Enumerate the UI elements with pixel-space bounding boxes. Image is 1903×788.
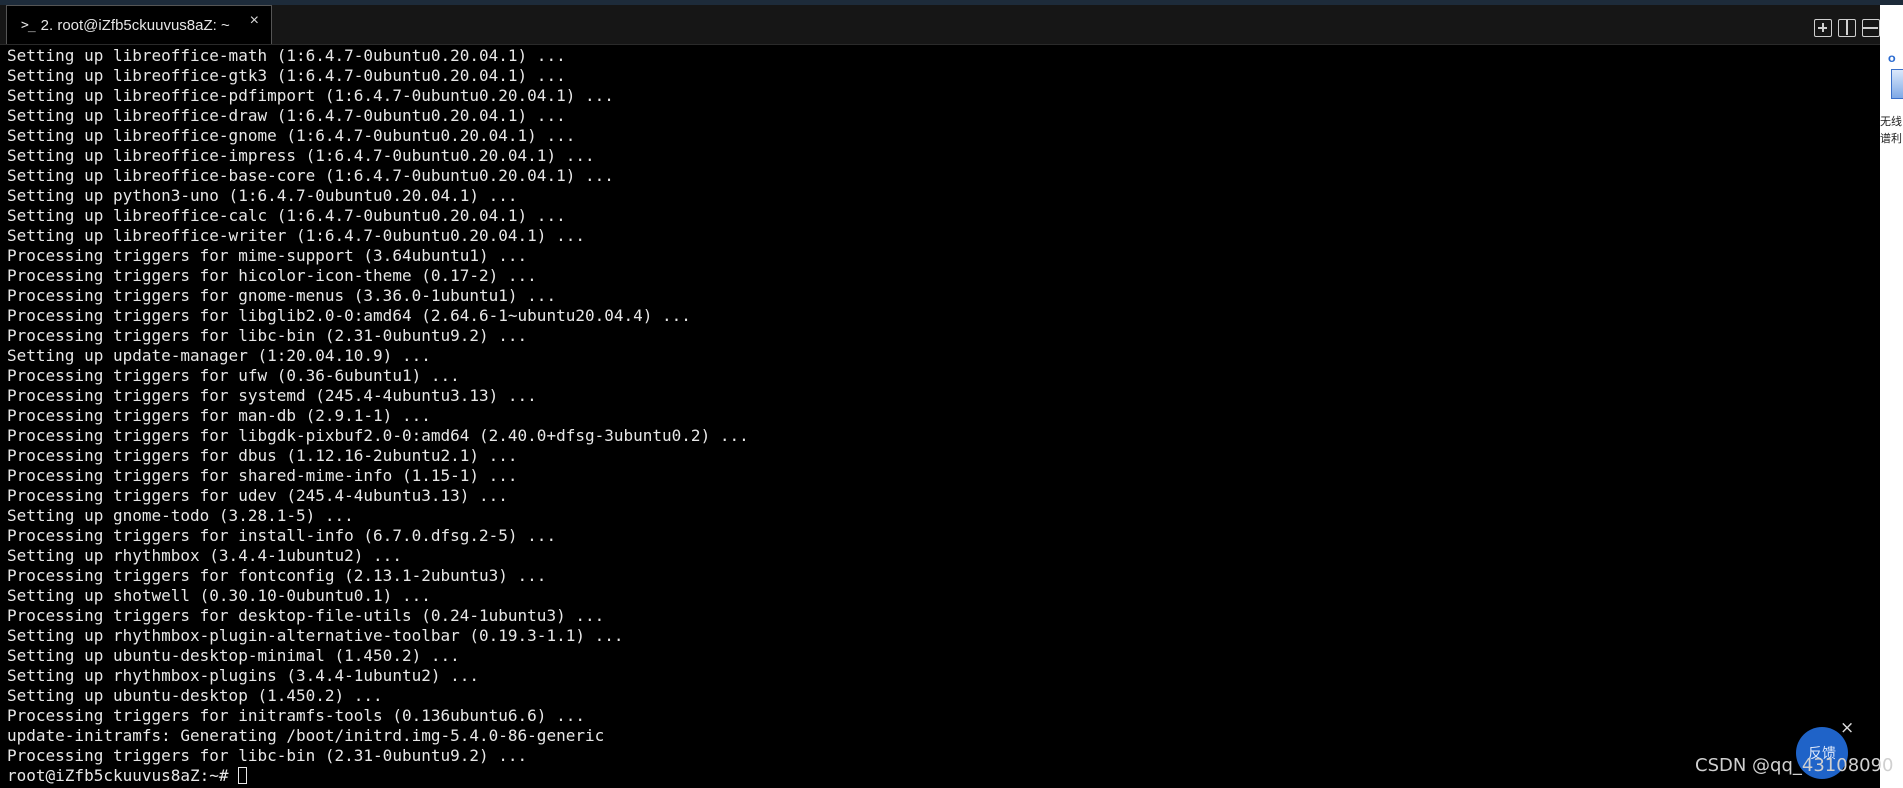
terminal-line: Processing triggers for libc-bin (2.31-0… (7, 326, 528, 345)
terminal-line: Processing triggers for install-info (6.… (7, 526, 557, 545)
terminal-line: Setting up python3-uno (1:6.4.7-0ubuntu0… (7, 186, 518, 205)
document-icon[interactable]: O (1888, 55, 1903, 105)
split-horizontal-icon[interactable] (1862, 19, 1880, 37)
terminal-app: >_ 2. root@iZfb5ckuuvus8aZ: ~ × Setting … (0, 0, 1903, 788)
desktop-icon-label: 无线 谱利 (1880, 113, 1903, 147)
terminal-line: Processing triggers for systemd (245.4-4… (7, 386, 537, 405)
terminal-line: Setting up libreoffice-pdfimport (1:6.4.… (7, 86, 614, 105)
text-cursor (238, 767, 248, 784)
terminal-line: Processing triggers for initramfs-tools … (7, 706, 585, 725)
terminal-prompt-icon: >_ (21, 17, 36, 33)
desktop-icon-label-line-1: 无线 (1880, 115, 1902, 128)
terminal-line: Processing triggers for libglib2.0-0:amd… (7, 306, 691, 325)
terminal-line: Setting up libreoffice-draw (1:6.4.7-0ub… (7, 106, 566, 125)
terminal-line: Setting up libreoffice-impress (1:6.4.7-… (7, 146, 595, 165)
watermark: CSDN @qq_43108090 (1695, 755, 1894, 776)
terminal-line: Processing triggers for fontconfig (2.13… (7, 566, 547, 585)
terminal-line: Setting up gnome-todo (3.28.1-5) ... (7, 506, 354, 525)
terminal-line: Processing triggers for man-db (2.9.1-1)… (7, 406, 431, 425)
terminal-line: Processing triggers for udev (245.4-4ubu… (7, 486, 508, 505)
terminal-line: Processing triggers for ufw (0.36-6ubunt… (7, 366, 460, 385)
terminal-line: Setting up libreoffice-gnome (1:6.4.7-0u… (7, 126, 576, 145)
terminal-line: Processing triggers for gnome-menus (3.3… (7, 286, 557, 305)
close-icon[interactable]: × (1840, 718, 1854, 738)
terminal-line: Setting up ubuntu-desktop-minimal (1.450… (7, 646, 460, 665)
terminal-line: Setting up rhythmbox-plugins (3.4.4-1ubu… (7, 666, 480, 685)
shell-prompt-line[interactable]: root@iZfb5ckuuvus8aZ:~# (7, 766, 1867, 786)
shell-prompt: root@iZfb5ckuuvus8aZ:~# (7, 766, 239, 785)
terminal-line: Setting up update-manager (1:20.04.10.9)… (7, 346, 431, 365)
desktop-icon-label-line-2: 谱利 (1880, 132, 1902, 145)
terminal-line: Processing triggers for mime-support (3.… (7, 246, 528, 265)
window-toolbar (1814, 19, 1880, 37)
terminal-line: Processing triggers for libgdk-pixbuf2.0… (7, 426, 749, 445)
terminal-line: Setting up rhythmbox-plugin-alternative-… (7, 626, 624, 645)
terminal-line: update-initramfs: Generating /boot/initr… (7, 726, 605, 745)
terminal-line: Setting up libreoffice-gtk3 (1:6.4.7-0ub… (7, 66, 566, 85)
tab-terminal-session[interactable]: >_ 2. root@iZfb5ckuuvus8aZ: ~ × (6, 5, 272, 44)
terminal-line: Setting up libreoffice-writer (1:6.4.7-0… (7, 226, 585, 245)
terminal-line: Setting up libreoffice-calc (1:6.4.7-0ub… (7, 206, 566, 225)
plus-square-icon[interactable] (1814, 19, 1832, 37)
terminal-line: Setting up ubuntu-desktop (1.450.2) ... (7, 686, 383, 705)
desktop-side-strip: O 无线 谱利 (1880, 5, 1903, 788)
terminal-line: Processing triggers for hicolor-icon-the… (7, 266, 537, 285)
terminal-line: Setting up rhythmbox (3.4.4-1ubuntu2) ..… (7, 546, 402, 565)
terminal-line: Setting up shotwell (0.30.10-0ubuntu0.1)… (7, 586, 431, 605)
terminal-line: Processing triggers for desktop-file-uti… (7, 606, 605, 625)
terminal-line: Processing triggers for libc-bin (2.31-0… (7, 746, 528, 765)
terminal-line: Processing triggers for shared-mime-info… (7, 466, 518, 485)
terminal-line: Setting up libreoffice-base-core (1:6.4.… (7, 166, 614, 185)
tab-bar: >_ 2. root@iZfb5ckuuvus8aZ: ~ × (0, 5, 1880, 45)
document-icon-shape (1891, 69, 1903, 99)
terminal-output[interactable]: Setting up libreoffice-math (1:6.4.7-0ub… (7, 46, 1867, 788)
terminal-line: Setting up libreoffice-math (1:6.4.7-0ub… (7, 46, 566, 65)
tab-title: 2. root@iZfb5ckuuvus8aZ: ~ (40, 16, 230, 34)
document-icon-badge: O (1888, 55, 1896, 65)
terminal-line: Processing triggers for dbus (1.12.16-2u… (7, 446, 518, 465)
split-vertical-icon[interactable] (1838, 19, 1856, 37)
close-icon[interactable]: × (250, 12, 259, 30)
